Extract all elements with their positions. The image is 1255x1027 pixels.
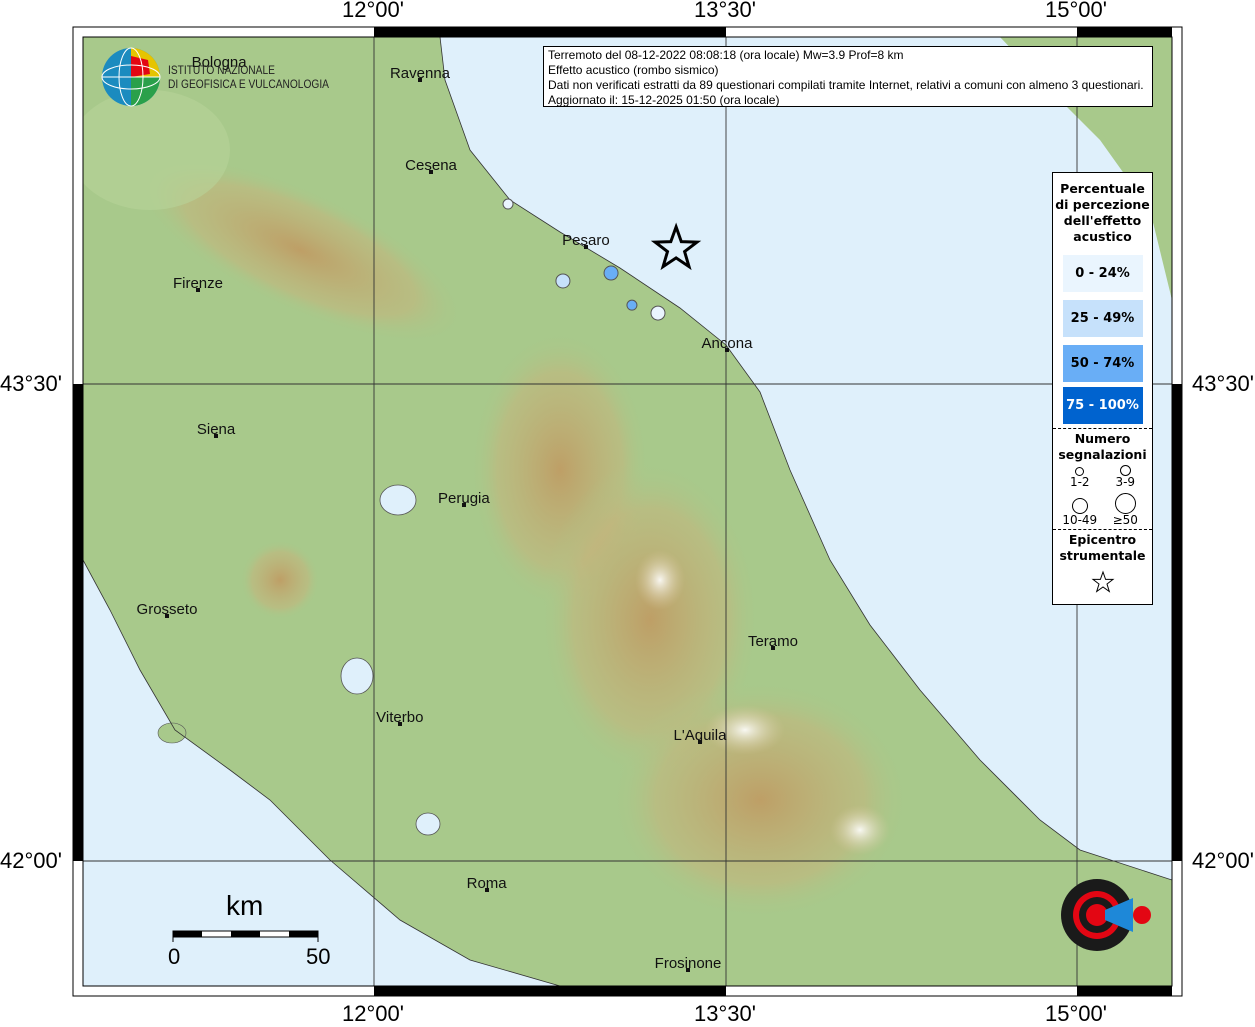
lon-label-top-15: 15°00' — [1045, 0, 1107, 22]
legend-title-line: Percentuale — [1060, 181, 1145, 196]
lon-label-bottom-15: 15°00' — [1045, 1001, 1107, 1026]
lon-label-top-12: 12°00' — [342, 0, 404, 22]
lat-label-right-42: 42°00' — [1192, 848, 1254, 873]
scale-min: 0 — [168, 944, 181, 969]
lat-label-left-42: 42°00' — [0, 848, 62, 873]
circle-icon — [1114, 493, 1136, 514]
legend-size-label: 1-2 — [1069, 475, 1090, 489]
legend-title-line: acustico — [1073, 229, 1132, 244]
city-marker — [724, 347, 729, 352]
legend-class-50-74: 50 - 74% — [1062, 345, 1143, 382]
report-marker[interactable] — [603, 265, 619, 281]
event-info-box: Terremoto del 08-12-2022 08:08:18 (ora l… — [543, 46, 1153, 107]
city-marker — [697, 740, 702, 745]
lon-label-top-13-30: 13°30' — [694, 0, 756, 22]
legend-class-25-49: 25 - 49% — [1062, 300, 1143, 337]
scale-max: 50 — [306, 944, 331, 969]
legend-size-1-2: 1-2 — [1057, 465, 1103, 489]
legend-title-line: di percezione — [1055, 197, 1150, 212]
lake-bracciano — [415, 812, 441, 836]
scale-bar: km 0 50 — [168, 890, 331, 970]
legend-title-line: dell'effetto — [1063, 213, 1142, 228]
event-title: Terremoto del 08-12-2022 08:08:18 (ora l… — [548, 48, 904, 62]
city-marker — [214, 434, 219, 439]
lat-label-right-43-30: 43°30' — [1192, 371, 1254, 396]
legend-count-title-line: Numero — [1074, 431, 1131, 446]
legend-class-75-100: 75 - 100% — [1062, 387, 1143, 424]
legend-epicenter-title: Epicentro strumentale — [1053, 532, 1152, 564]
event-effect: Effetto acustico (rombo sismico) — [548, 63, 719, 77]
ingv-name-line1: ISTITUTO NAZIONALE — [168, 63, 275, 77]
scale-bar-graphic — [172, 930, 319, 942]
island — [157, 722, 187, 744]
star-icon — [1091, 570, 1114, 593]
legend-size-label: 3-9 — [1115, 475, 1136, 489]
city-marker — [195, 287, 200, 292]
report-marker[interactable] — [555, 273, 571, 289]
city-marker — [583, 245, 588, 250]
lon-label-bottom-12: 12°00' — [342, 1001, 404, 1026]
lat-label-left-43-30: 43°30' — [0, 371, 62, 396]
event-updated: Aggiornato il: 15-12-2025 01:50 (ora loc… — [548, 93, 780, 107]
circle-icon — [1071, 498, 1088, 514]
legend-epi-title-line: Epicentro — [1068, 532, 1137, 547]
legend-size-10-49: 10-49 — [1057, 493, 1103, 527]
lon-label-bottom-13-30: 13°30' — [694, 1001, 756, 1026]
city-marker — [418, 77, 422, 82]
city-marker — [484, 887, 489, 892]
report-marker[interactable] — [650, 305, 666, 321]
ingv-logo — [100, 46, 162, 112]
report-marker[interactable] — [626, 299, 638, 311]
legend-size-50-plus: ≥50 — [1103, 493, 1149, 527]
legend-size-grid: 1-2 3-9 10-49 ≥50 — [1053, 463, 1152, 529]
city-marker — [770, 645, 775, 650]
legend-title: Percentuale di percezione dell'effetto a… — [1053, 181, 1152, 245]
city-marker — [397, 722, 402, 727]
legend-divider — [1053, 529, 1152, 530]
legend-epi-title-line: strumentale — [1059, 548, 1146, 563]
city-marker — [686, 968, 691, 973]
city-marker — [164, 614, 169, 619]
city-marker — [461, 502, 466, 507]
report-marker[interactable] — [502, 198, 514, 210]
ingv-globe-icon — [101, 47, 161, 107]
legend-divider — [1053, 428, 1152, 429]
legend-count-title: Numero segnalazioni — [1053, 431, 1152, 463]
ingv-name-line2: DI GEOFISICA E VULCANOLOGIA — [168, 77, 329, 91]
lake-bolsena — [340, 657, 374, 695]
city-marker — [429, 169, 434, 174]
lake-trasimeno — [379, 484, 417, 516]
legend-size-label: ≥50 — [1112, 513, 1138, 527]
scale-unit: km — [226, 890, 264, 921]
legend-size-3-9: 3-9 — [1103, 465, 1149, 489]
legend-count-title-line: segnalazioni — [1058, 447, 1147, 462]
event-data-note: Dati non verificati estratti da 89 quest… — [548, 78, 1144, 92]
legend-class-0-24: 0 - 24% — [1062, 255, 1143, 292]
legend: Percentuale di percezione dell'effetto a… — [1052, 172, 1153, 605]
legend-size-label: 10-49 — [1062, 513, 1098, 527]
